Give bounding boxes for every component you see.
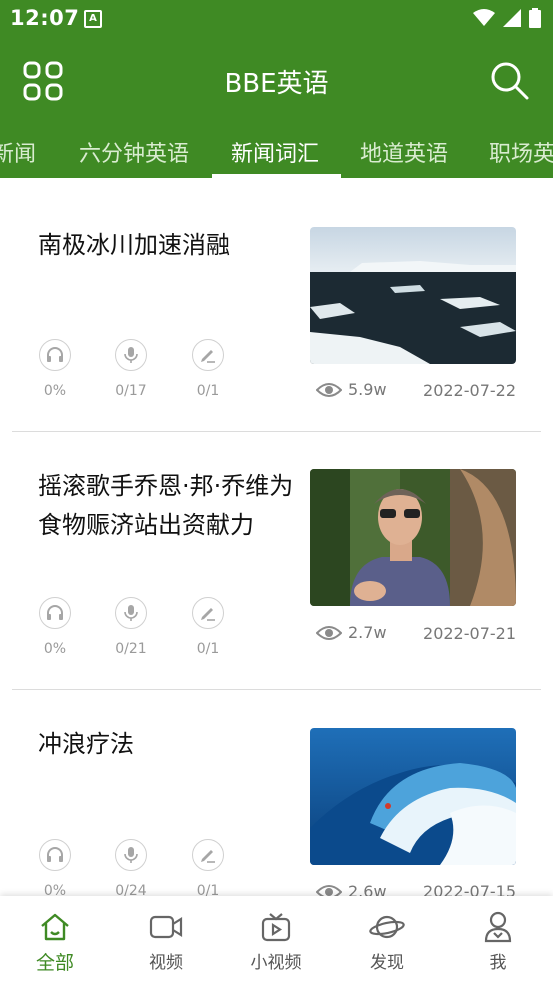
pencil-icon (201, 608, 215, 621)
article-title: 摇滚歌手乔恩·邦·乔维为食物赈济站出资献力 (38, 472, 294, 539)
video-camera-icon (149, 915, 183, 939)
nav-short-video[interactable]: 小视频 (221, 910, 331, 973)
bottom-navigation: 全部 视频 小视频 发现 我 (0, 896, 553, 984)
signal-icon (503, 9, 521, 27)
listen-progress: 0% (43, 883, 67, 896)
headphones-icon (47, 605, 63, 620)
listen-stat: 0% (25, 839, 85, 896)
planet-icon (369, 915, 405, 939)
speak-progress: 0/21 (115, 641, 147, 657)
nav-me[interactable]: 我 (443, 910, 553, 973)
view-count: 2.7w (316, 623, 387, 642)
microphone-icon (124, 847, 138, 863)
app-title: BBE英语 (224, 69, 329, 99)
surfer-wave-photo (310, 728, 516, 865)
nav-discover[interactable]: 发现 (332, 910, 442, 973)
man-in-sunglasses-photo (310, 469, 516, 606)
view-count: 2.6w (316, 882, 387, 896)
headphones-icon (47, 347, 63, 362)
write-progress: 0/1 (196, 641, 220, 657)
article-title: 南极冰川加速消融 (38, 231, 230, 259)
publish-date: 2022-07-15 (423, 882, 516, 896)
app-bar: BBE英语 (0, 38, 553, 122)
tv-play-icon (261, 913, 291, 942)
tab-news-vocabulary[interactable]: 新闻词汇 (231, 136, 319, 168)
battery-icon (529, 8, 541, 28)
article-card[interactable]: 摇滚歌手乔恩·邦·乔维为食物赈济站出资献力 0% 0/21 0/1 2.7w 2… (0, 429, 553, 687)
write-stat: 0/1 (178, 597, 238, 657)
view-count-value: 2.7w (348, 623, 387, 642)
publish-date: 2022-07-21 (423, 624, 516, 643)
nav-label: 视频 (149, 953, 183, 973)
speak-stat: 0/24 (101, 839, 161, 896)
view-count: 5.9w (316, 380, 387, 399)
nav-video[interactable]: 视频 (111, 910, 221, 973)
eye-icon (316, 884, 342, 896)
pencil-icon (201, 850, 215, 863)
nav-label: 我 (489, 953, 507, 973)
speak-stat: 0/17 (101, 339, 161, 399)
speak-progress: 0/17 (115, 383, 147, 399)
speak-progress: 0/24 (115, 883, 147, 896)
nav-label: 全部 (35, 952, 74, 974)
microphone-icon (124, 605, 138, 621)
write-stat: 0/1 (178, 839, 238, 896)
write-stat: 0/1 (178, 339, 238, 399)
wifi-icon (473, 9, 495, 26)
write-progress: 0/1 (196, 383, 220, 399)
article-card[interactable]: 冲浪疗法 0% 0/24 0/1 2.6w 2022-07-15 (0, 687, 553, 896)
pencil-icon (201, 350, 215, 363)
listen-stat: 0% (25, 339, 85, 399)
article-card[interactable]: 南极冰川加速消融 0% 0/17 0/1 5.9w 2022-07-22 (0, 178, 553, 436)
status-time: 12:07 (10, 6, 80, 30)
speak-stat: 0/21 (101, 597, 161, 657)
tab-news[interactable]: 新闻 (0, 136, 36, 168)
article-title: 冲浪疗法 (38, 730, 134, 758)
view-count-value: 5.9w (348, 380, 387, 399)
eye-icon (316, 625, 342, 640)
user-icon (484, 911, 512, 943)
tab-workplace-english[interactable]: 职场英 (489, 136, 553, 168)
publish-date: 2022-07-22 (423, 381, 516, 400)
search-button[interactable] (489, 60, 531, 102)
eye-icon (316, 382, 342, 397)
listen-stat: 0% (25, 597, 85, 657)
tab-six-minute-english[interactable]: 六分钟英语 (79, 136, 189, 168)
view-count-value: 2.6w (348, 882, 387, 896)
home-icon (41, 913, 69, 941)
article-feed[interactable]: 南极冰川加速消融 0% 0/17 0/1 5.9w 2022-07-22 摇滚歌… (0, 178, 553, 896)
notification-icon: A (84, 10, 102, 28)
antarctic-glacier-photo (310, 227, 516, 364)
nav-label: 小视频 (250, 953, 302, 973)
status-bar: 12:07 A (0, 0, 553, 38)
category-tabs: 新闻 六分钟英语 新闻词汇 地道英语 职场英 (0, 122, 553, 178)
nav-all[interactable]: 全部 (0, 910, 110, 975)
headphones-icon (47, 847, 63, 862)
microphone-icon (124, 347, 138, 363)
search-icon (491, 62, 529, 100)
write-progress: 0/1 (196, 883, 220, 896)
tab-authentic-english[interactable]: 地道英语 (360, 136, 448, 168)
status-icons (473, 8, 541, 28)
listen-progress: 0% (43, 641, 67, 657)
nav-label: 发现 (370, 953, 404, 973)
listen-progress: 0% (43, 383, 67, 399)
